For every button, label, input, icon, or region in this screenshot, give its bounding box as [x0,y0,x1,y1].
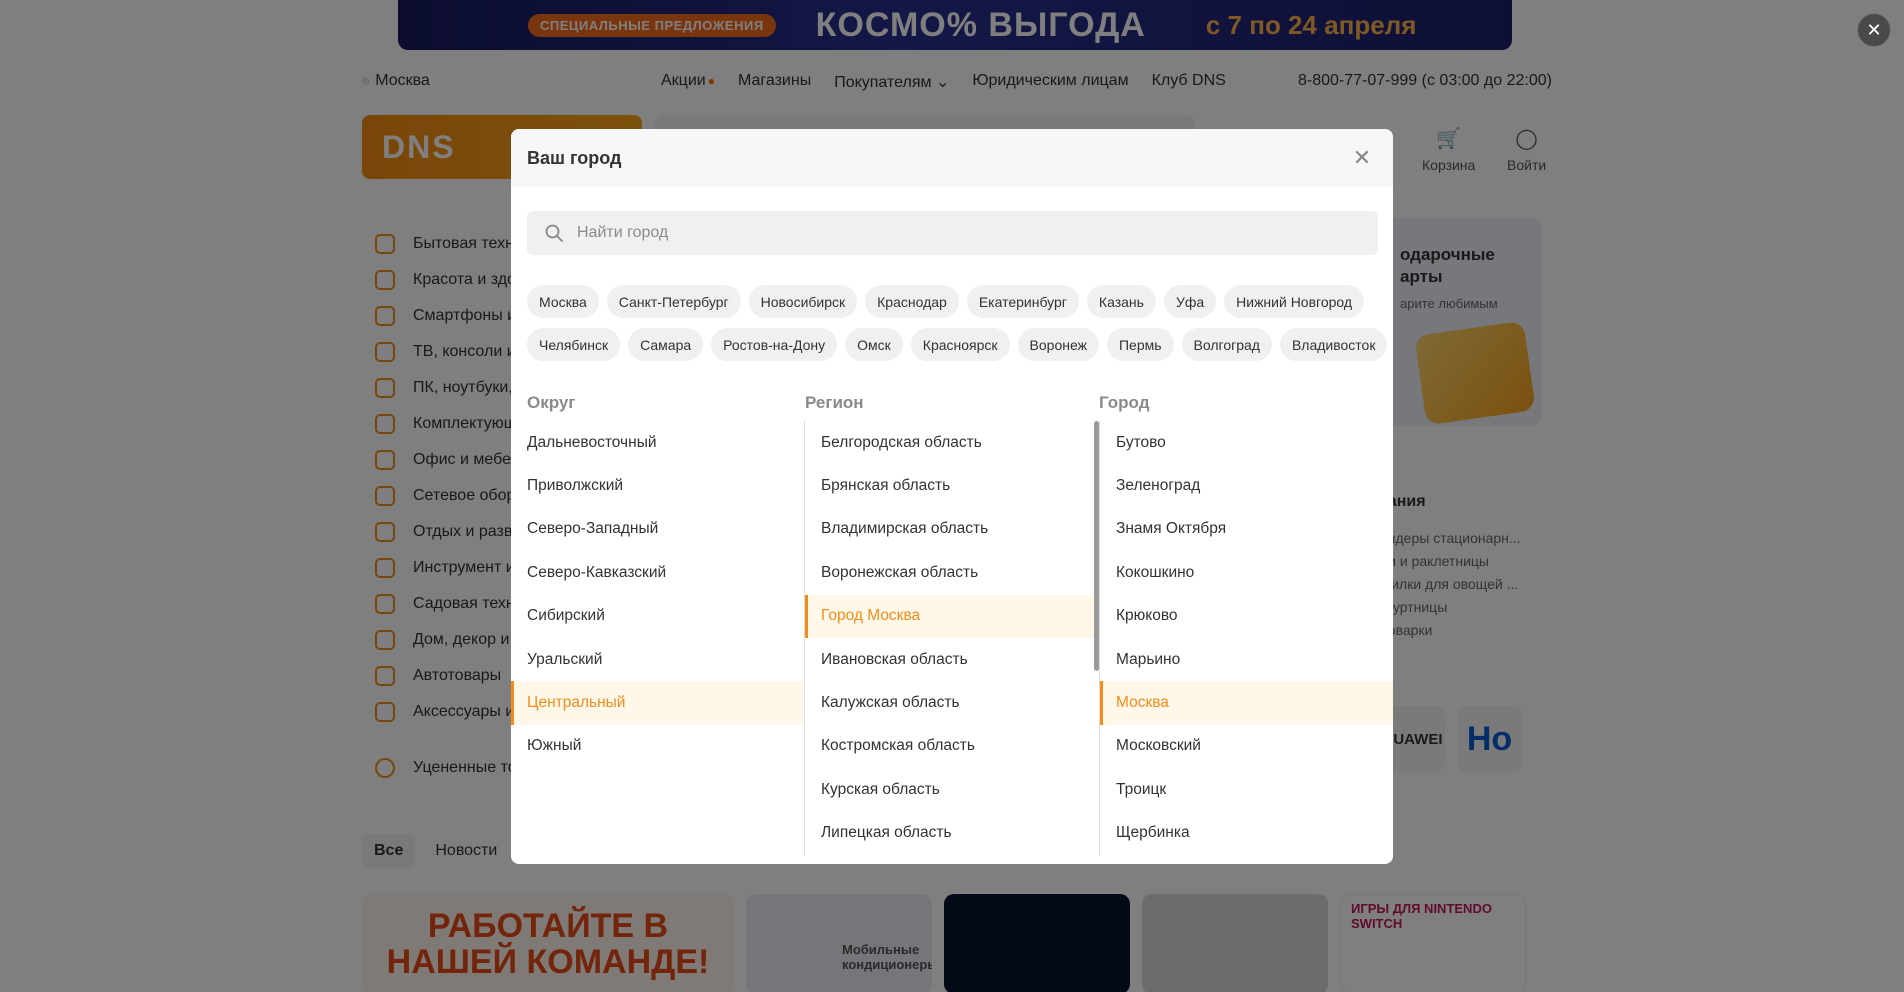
district-item[interactable]: Приволжский [511,464,803,507]
region-list: Белгородская область Брянская область Вл… [804,421,1094,855]
district-column-title: Округ [527,393,576,412]
close-icon[interactable]: ✕ [1857,13,1891,47]
popular-row-2: Челябинск Самара Ростов-на-Дону Омск Кра… [527,328,1388,361]
city-chip[interactable]: Нижний Новгород [1224,285,1365,318]
popular-cities: Москва Санкт-Петербург Новосибирск Красн… [527,285,1388,371]
city-item[interactable]: Марьино [1100,638,1393,681]
city-modal: Ваш город ✕ Москва Санкт-Петербург Новос… [511,129,1393,864]
city-item[interactable]: Знамя Октября [1100,508,1393,551]
region-item[interactable]: Владимирская область [805,508,1094,551]
city-chip[interactable]: Ростов-на-Дону [711,328,838,361]
city-chip[interactable]: Екатеринбург [966,285,1079,318]
search-icon [543,222,565,244]
modal-title: Ваш город [527,147,622,168]
city-chip[interactable]: Санкт-Петербург [606,285,741,318]
city-item-selected[interactable]: Москва [1100,681,1393,725]
city-chip[interactable]: Новосибирск [748,285,858,318]
city-item[interactable]: Зеленоград [1100,464,1393,507]
city-item[interactable]: Крюково [1100,595,1393,638]
city-list: Бутово Зеленоград Знамя Октября Кокошкин… [1099,421,1393,855]
district-item-selected[interactable]: Центральный [511,681,803,725]
city-chip[interactable]: Самара [628,328,704,361]
region-item[interactable]: Брянская область [805,464,1094,507]
city-chip[interactable]: Владивосток [1279,328,1388,361]
city-search [527,211,1378,255]
region-item[interactable]: Воронежская область [805,551,1094,594]
district-item[interactable]: Северо-Западный [511,508,803,551]
city-item[interactable]: Кокошкино [1100,551,1393,594]
district-item[interactable]: Северо-Кавказский [511,551,803,594]
region-item[interactable]: Калужская область [805,681,1094,724]
city-chip[interactable]: Москва [527,285,599,318]
city-item[interactable]: Троицк [1100,768,1393,811]
region-column-title: Регион [805,393,864,412]
district-item[interactable]: Уральский [511,638,803,681]
region-item[interactable]: Липецкая область [805,812,1094,855]
city-item[interactable]: Щербинка [1100,812,1393,855]
city-chip[interactable]: Казань [1086,285,1156,318]
city-chip[interactable]: Краснодар [865,285,959,318]
modal-header: Ваш город ✕ [511,129,1393,187]
region-item[interactable]: Белгородская область [805,421,1094,464]
region-item-selected[interactable]: Город Москва [805,594,1094,638]
popular-row-1: Москва Санкт-Петербург Новосибирск Красн… [527,285,1387,318]
close-icon[interactable]: ✕ [1351,147,1373,169]
district-item[interactable]: Сибирский [511,595,803,638]
district-list: Дальневосточный Приволжский Северо-Запад… [511,421,803,768]
region-item[interactable]: Костромская область [805,725,1094,768]
city-chip[interactable]: Воронеж [1017,328,1099,361]
city-chip[interactable]: Красноярск [910,328,1010,361]
region-item[interactable]: Курская область [805,768,1094,811]
city-chip[interactable]: Челябинск [527,328,621,361]
city-chip[interactable]: Омск [845,328,903,361]
district-item[interactable]: Дальневосточный [511,421,803,464]
district-item[interactable]: Южный [511,725,803,768]
city-item[interactable]: Бутово [1100,421,1393,464]
city-search-input[interactable] [577,224,1337,242]
city-chip[interactable]: Пермь [1106,328,1174,361]
region-item[interactable]: Ивановская область [805,638,1094,681]
city-chip[interactable]: Волгоград [1181,328,1272,361]
city-chip[interactable]: Уфа [1163,285,1217,318]
city-column-title: Город [1099,393,1150,412]
city-item[interactable]: Московский [1100,725,1393,768]
